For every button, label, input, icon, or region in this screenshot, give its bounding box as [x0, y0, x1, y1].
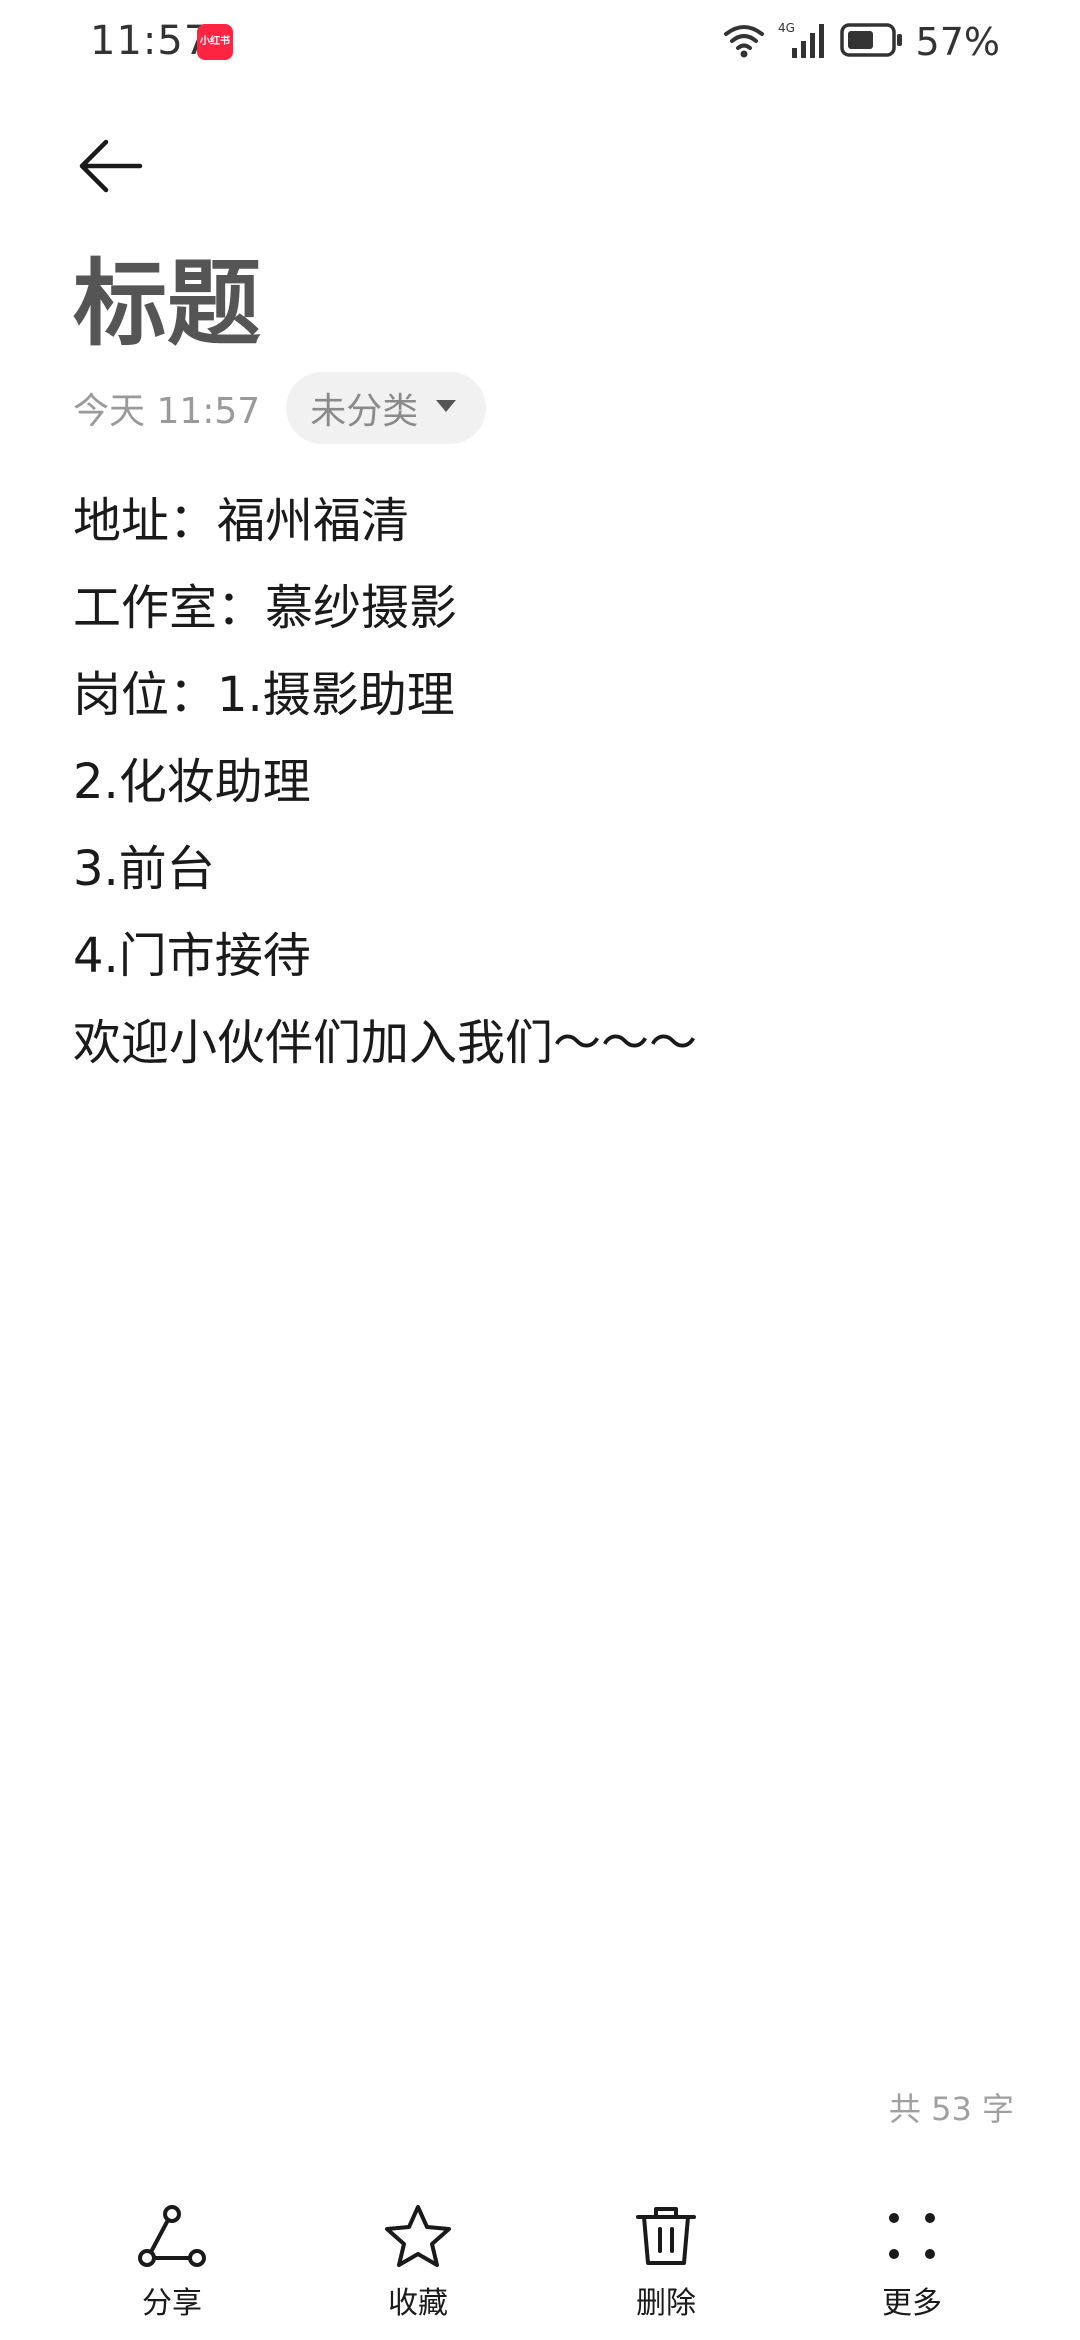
note-line: 工作室：慕纱摄影	[73, 580, 458, 636]
share-label: 分享	[142, 2286, 202, 2321]
cellular-signal-icon: 4G	[778, 20, 828, 64]
note-line: 4.门市接待	[73, 928, 311, 984]
note-meta: 今天 11:57 未分类	[73, 372, 487, 444]
status-bar: 11:57 小红书 4G 57%	[0, 0, 1080, 84]
back-button[interactable]	[70, 128, 150, 208]
status-time: 11:57	[90, 18, 211, 64]
more-label: 更多	[882, 2286, 942, 2321]
favorite-button[interactable]: 收藏	[338, 2200, 498, 2330]
xiaohongshu-app-icon: 小红书	[197, 24, 233, 60]
star-icon	[382, 2200, 454, 2272]
category-label: 未分类	[310, 391, 419, 432]
note-title[interactable]: 标题	[73, 245, 261, 365]
note-line: 3.前台	[73, 841, 215, 897]
note-date: 今天 11:57	[73, 391, 261, 432]
category-dropdown[interactable]: 未分类	[286, 372, 487, 444]
arrow-left-icon	[76, 136, 144, 200]
wifi-icon	[722, 20, 766, 64]
triangle-down-icon	[434, 398, 458, 418]
delete-label: 删除	[636, 2286, 696, 2321]
note-body[interactable]: 地址：福州福清 工作室：慕纱摄影 岗位：1.摄影助理 2.化妆助理 3.前台 4…	[73, 478, 1013, 1087]
note-line: 岗位：1.摄影助理	[73, 667, 455, 723]
word-count: 共 53 字	[888, 2090, 1014, 2128]
svg-text:4G: 4G	[778, 21, 795, 35]
trash-icon	[630, 2200, 702, 2272]
share-icon	[136, 2200, 208, 2272]
bottom-toolbar: 分享 收藏 删除 更多	[0, 2200, 1080, 2340]
battery-icon	[839, 22, 904, 62]
note-line: 2.化妆助理	[73, 754, 311, 810]
battery-percentage: 57%	[915, 20, 1000, 64]
note-line: 地址：福州福清	[73, 493, 410, 549]
favorite-label: 收藏	[388, 2286, 448, 2321]
note-line: 欢迎小伙伴们加入我们～～～	[73, 1015, 698, 1071]
status-indicators: 4G 57%	[722, 20, 1000, 64]
more-dots-icon	[876, 2200, 948, 2272]
share-button[interactable]: 分享	[92, 2200, 252, 2330]
more-button[interactable]: 更多	[832, 2200, 992, 2330]
delete-button[interactable]: 删除	[586, 2200, 746, 2330]
